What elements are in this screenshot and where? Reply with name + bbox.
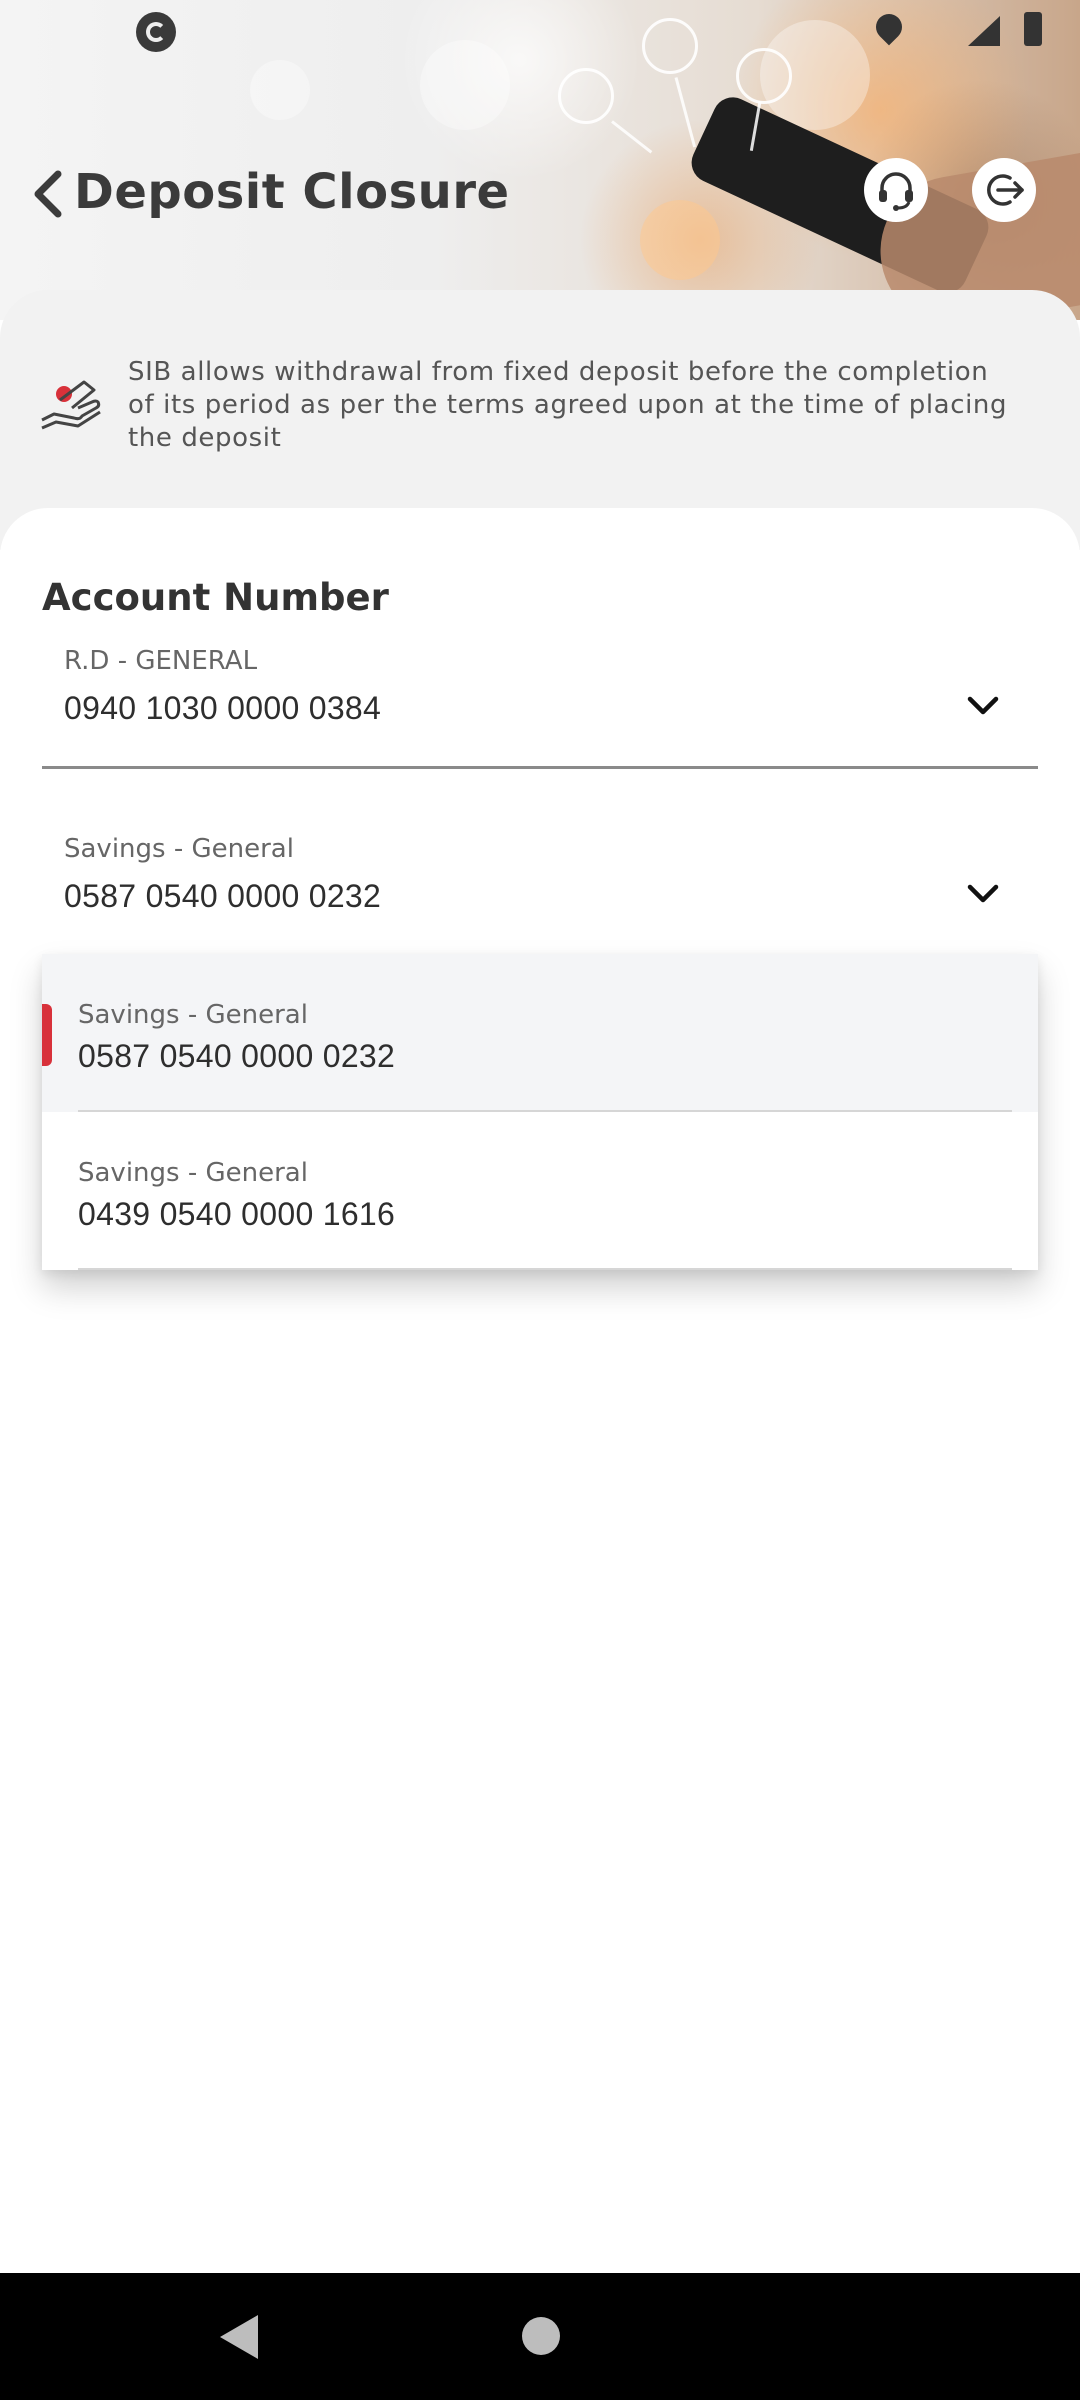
account-type: R.D - GENERAL [64,646,258,676]
option-account-type: Savings - General [78,1000,308,1030]
divider [78,1268,1012,1270]
selected-indicator [42,1004,52,1066]
to-account-select[interactable]: Savings - General 0587 0540 0000 0232 [42,834,1038,957]
support-button[interactable] [864,158,928,222]
headset-icon [879,172,913,211]
dropdown-option[interactable]: Savings - General 0587 0540 0000 0232 [42,954,1038,1112]
app-logo-icon [136,12,176,52]
account-number: 0587 0540 0000 0232 [64,878,382,914]
logout-button[interactable] [972,158,1036,222]
form-card [0,508,1080,2273]
info-text: SIB allows withdrawal from fixed deposit… [128,357,1008,453]
nav-home-icon[interactable] [522,2317,560,2355]
from-account-select[interactable]: R.D - GENERAL 0940 1030 0000 0384 [42,646,1038,769]
signal-icon [968,16,1000,46]
option-account-type: Savings - General [78,1158,308,1188]
location-icon [870,8,908,46]
banner-bokeh [250,60,310,120]
account-number-label: Account Number [42,576,389,619]
logout-icon [987,174,1024,206]
account-number: 0940 1030 0000 0384 [64,690,382,726]
status-bar [0,0,1080,64]
system-nav-bar [0,2273,1080,2400]
battery-icon [1024,12,1042,46]
back-chevron-icon [34,170,62,218]
option-account-number: 0587 0540 0000 0232 [78,1038,396,1074]
back-button[interactable] [28,168,68,220]
banner-bokeh [640,200,720,280]
dropdown-option[interactable]: Savings - General 0439 0540 0000 1616 [42,1112,1038,1270]
option-account-number: 0439 0540 0000 1616 [78,1196,396,1232]
page-title: Deposit Closure [74,164,510,220]
bank-icon [558,68,614,124]
chevron-down-icon[interactable] [966,694,1000,718]
deposit-hand-icon [41,380,101,430]
account-type: Savings - General [64,834,294,864]
account-dropdown-menu: Savings - General 0587 0540 0000 0232 Sa… [42,954,1038,1270]
network-line [674,77,697,148]
chevron-down-icon[interactable] [966,882,1000,906]
network-line [611,120,653,154]
nav-back-icon[interactable] [220,2315,258,2359]
